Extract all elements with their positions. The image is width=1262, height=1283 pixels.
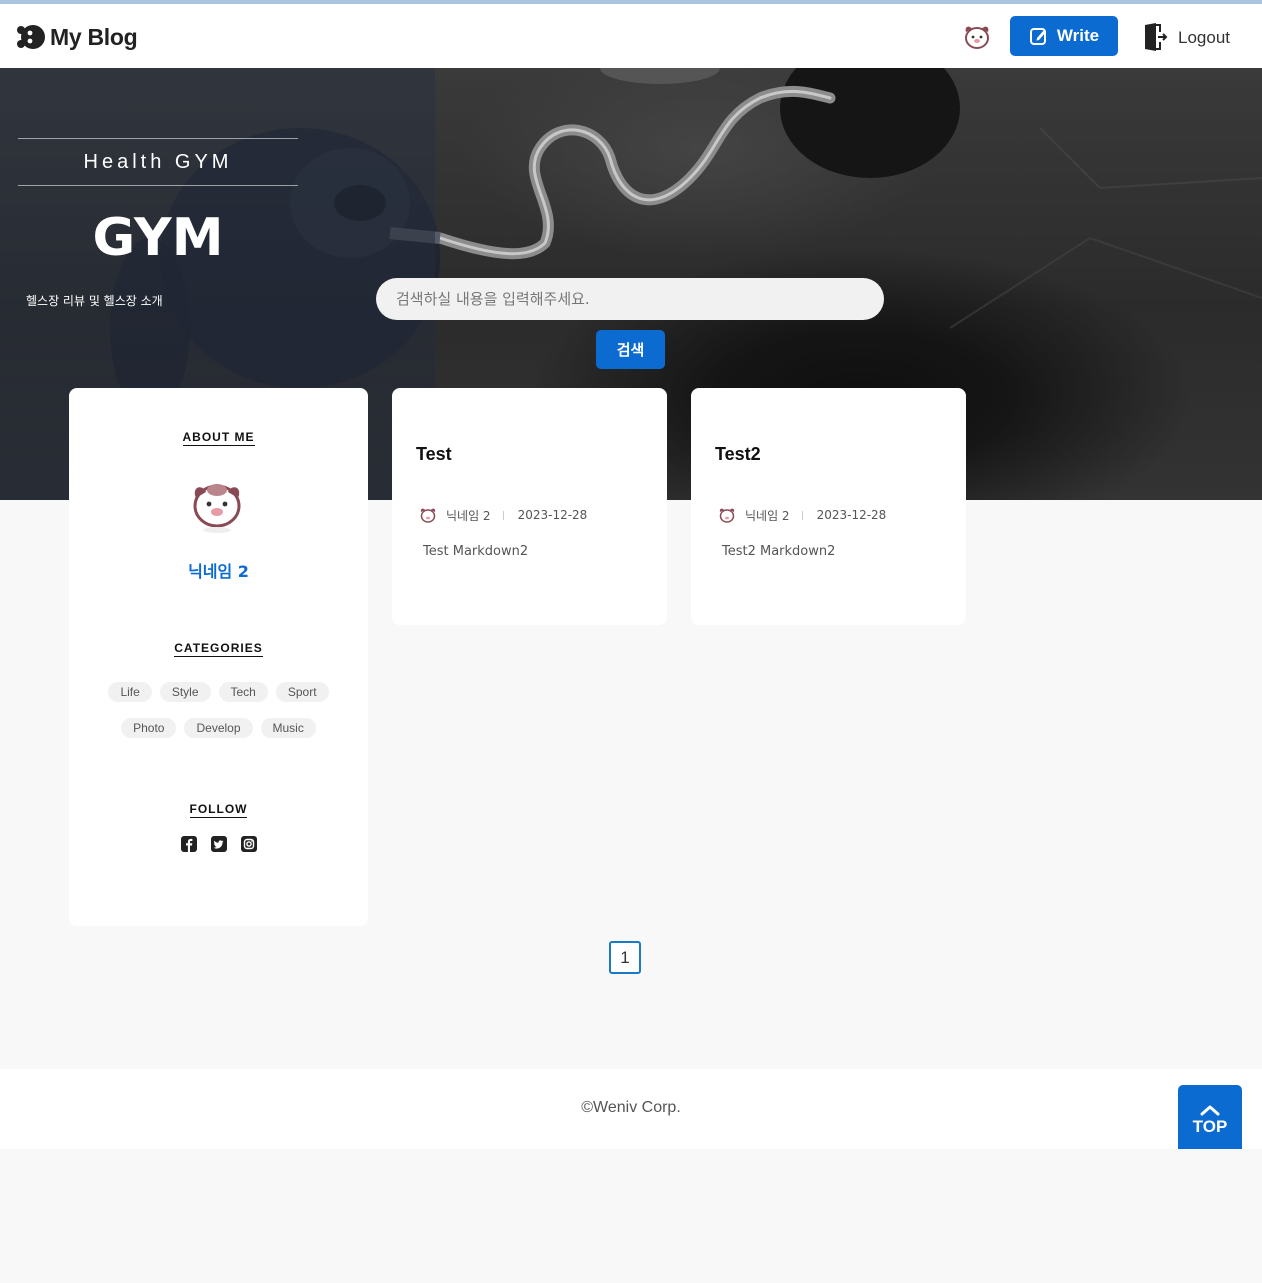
scroll-top-button[interactable]: TOP (1178, 1085, 1242, 1149)
copyright-text: ©Weniv Corp. (581, 1099, 681, 1116)
profile-avatar[interactable] (960, 20, 994, 54)
about-me-heading: ABOUT ME (69, 430, 368, 446)
about-sidebar: ABOUT ME 닉네임 2 CATEGORIES Life Style Tec… (69, 388, 368, 926)
profile-image (193, 484, 241, 533)
site-header: My Blog Write Logout (0, 4, 1262, 68)
category-chip[interactable]: Music (260, 718, 316, 738)
hero-title: GYM (92, 208, 224, 268)
author-nickname[interactable]: 닉네임 2 (69, 558, 368, 582)
edit-icon (1029, 28, 1046, 45)
follow-links (69, 836, 368, 852)
weniv-logo-icon (17, 25, 45, 49)
post-author: 닉네임 2 (446, 508, 491, 523)
category-list: Life Style Tech Sport Photo Develop Musi… (99, 682, 338, 738)
search-input[interactable] (376, 278, 884, 320)
post-date: 2023-12-28 (517, 508, 588, 522)
chevron-up-icon (1200, 1105, 1220, 1116)
follow-heading: FOLLOW (69, 802, 368, 818)
instagram-icon[interactable] (240, 836, 257, 852)
category-chip[interactable]: Style (159, 682, 211, 702)
post-card[interactable]: Test2 닉네임 2 2023-12-28 Test2 Markdown2 (691, 388, 966, 625)
divider (18, 185, 298, 186)
meta-divider (502, 510, 504, 520)
site-logo[interactable]: My Blog (16, 22, 138, 52)
categories-heading: CATEGORIES (69, 641, 368, 657)
write-label: Write (1056, 26, 1100, 45)
category-chip[interactable]: Photo (121, 718, 177, 738)
meta-divider (801, 510, 803, 520)
category-chip[interactable]: Sport (275, 682, 329, 702)
categories-heading-text: CATEGORIES (174, 641, 263, 657)
post-date: 2023-12-28 (816, 508, 887, 522)
category-chip[interactable]: Develop (184, 718, 253, 738)
post-description: Test Markdown2 (423, 544, 529, 559)
page-number-button[interactable]: 1 (609, 941, 641, 974)
post-description: Test2 Markdown2 (722, 544, 836, 559)
post-meta: 닉네임 2 2023-12-28 (717, 505, 886, 525)
hero-description: 헬스장 리뷰 및 헬스장 소개 (26, 294, 163, 308)
search-button[interactable]: 검색 (596, 330, 665, 369)
category-chip[interactable]: Life (108, 682, 152, 702)
about-me-heading-text: ABOUT ME (182, 430, 255, 446)
top-label: TOP (1192, 1117, 1228, 1136)
follow-heading-text: FOLLOW (189, 802, 248, 818)
post-card[interactable]: Test 닉네임 2 2023-12-28 Test Markdown2 (392, 388, 667, 625)
twitter-icon[interactable] (210, 836, 227, 852)
logo-text: My Blog (50, 23, 138, 50)
post-title[interactable]: Test (416, 444, 452, 465)
post-meta: 닉네임 2 2023-12-28 (418, 505, 587, 525)
site-footer: ©Weniv Corp. (0, 1069, 1262, 1149)
logout-label: Logout (1178, 28, 1230, 47)
post-author: 닉네임 2 (745, 508, 790, 523)
facebook-icon[interactable] (180, 836, 197, 852)
write-button[interactable]: Write (1010, 16, 1118, 56)
post-title[interactable]: Test2 (715, 444, 761, 465)
brand-box: Health GYM (18, 138, 298, 186)
author-avatar-icon (719, 508, 735, 523)
category-chip[interactable]: Tech (218, 682, 268, 702)
author-avatar-icon (420, 508, 436, 523)
logout-button[interactable]: Logout (1142, 22, 1230, 52)
hero-subtitle: Health GYM (83, 151, 233, 173)
logout-icon (1145, 23, 1168, 51)
